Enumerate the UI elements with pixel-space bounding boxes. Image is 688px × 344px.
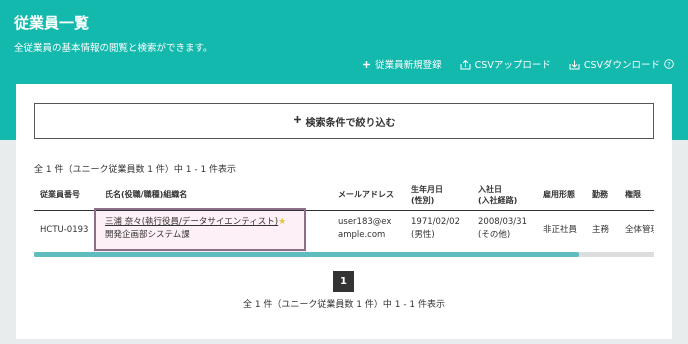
column-header-hire-date-line2: (入社経路) bbox=[478, 196, 518, 205]
hire-date-cell: 2008/03/31 (その他) bbox=[478, 216, 527, 242]
scrollbar-thumb[interactable] bbox=[34, 252, 579, 257]
email-cell: user183@ex ample.com bbox=[338, 216, 391, 242]
email-line2: ample.com bbox=[338, 230, 386, 240]
csv-upload-button[interactable]: CSVアップロード bbox=[460, 57, 551, 71]
plus-icon bbox=[293, 115, 302, 127]
search-filter-button[interactable]: 検索条件で絞り込む bbox=[34, 103, 654, 139]
employment-type-cell: 非正社員 bbox=[543, 225, 578, 235]
email-line1: user183@ex bbox=[338, 217, 392, 227]
svg-text:?: ? bbox=[667, 60, 670, 68]
column-header-birth-date-line1: 生年月日 bbox=[411, 185, 443, 194]
csv-download-label: CSVダウンロード bbox=[583, 60, 660, 71]
csv-upload-label: CSVアップロード bbox=[474, 60, 551, 71]
table-header: 従業員番号 氏名(役職/職種)組織名 メールアドレス 生年月日 (性別) 入社日… bbox=[34, 180, 654, 211]
permission-cell: 全体管理 bbox=[625, 225, 654, 235]
column-header-email[interactable]: メールアドレス bbox=[338, 189, 394, 200]
result-count: 全 1 件（ユニーク従業員数 1 件）中 1 - 1 件表示 bbox=[34, 165, 237, 175]
plus-icon bbox=[362, 60, 371, 69]
help-icon[interactable]: ? bbox=[664, 59, 674, 69]
work-cell: 主務 bbox=[592, 225, 610, 235]
header-actions: 従業員新規登録 CSVアップロード CSVダウンロード ? bbox=[362, 57, 674, 71]
new-employee-label: 従業員新規登録 bbox=[375, 60, 442, 71]
search-filter-label: 検索条件で絞り込む bbox=[305, 117, 396, 129]
birth-date-value: 1971/02/02 bbox=[411, 217, 460, 227]
selection-outline bbox=[94, 208, 306, 251]
result-count-bottom: 全 1 件（ユニーク従業員数 1 件）中 1 - 1 件表示 bbox=[242, 300, 446, 310]
column-header-hire-date[interactable]: 入社日 (入社経路) bbox=[478, 184, 517, 206]
column-header-birth-date-line2: (性別) bbox=[411, 196, 435, 205]
column-header-employee-id[interactable]: 従業員番号 bbox=[40, 189, 80, 200]
column-header-hire-date-line1: 入社日 bbox=[478, 185, 502, 194]
gender-value: (男性) bbox=[411, 230, 435, 240]
column-header-permission[interactable]: 権限 bbox=[625, 189, 641, 200]
page-button-current[interactable]: 1 bbox=[333, 271, 354, 292]
page-subtitle: 全従業員の基本情報の閲覧と検索ができます。 bbox=[14, 43, 213, 54]
column-header-employment-type[interactable]: 雇用形態 bbox=[543, 189, 575, 200]
column-header-work[interactable]: 勤務 bbox=[592, 189, 608, 200]
page-title: 従業員一覧 bbox=[14, 14, 90, 32]
birth-date-cell: 1971/02/02 (男性) bbox=[411, 216, 460, 242]
horizontal-scrollbar[interactable] bbox=[34, 252, 654, 257]
new-employee-button[interactable]: 従業員新規登録 bbox=[362, 57, 442, 71]
upload-icon bbox=[460, 59, 471, 70]
column-header-name[interactable]: 氏名(役職/職種)組織名 bbox=[105, 189, 187, 200]
csv-download-button[interactable]: CSVダウンロード ? bbox=[569, 57, 674, 71]
column-header-birth-date[interactable]: 生年月日 (性別) bbox=[411, 184, 443, 206]
main-panel: 検索条件で絞り込む 全 1 件（ユニーク従業員数 1 件）中 1 - 1 件表示… bbox=[16, 84, 672, 339]
employee-id-cell: HCTU-0193 bbox=[40, 225, 89, 235]
hire-route-value: (その他) bbox=[478, 230, 511, 240]
download-icon bbox=[569, 59, 580, 70]
hire-date-value: 2008/03/31 bbox=[478, 217, 527, 227]
